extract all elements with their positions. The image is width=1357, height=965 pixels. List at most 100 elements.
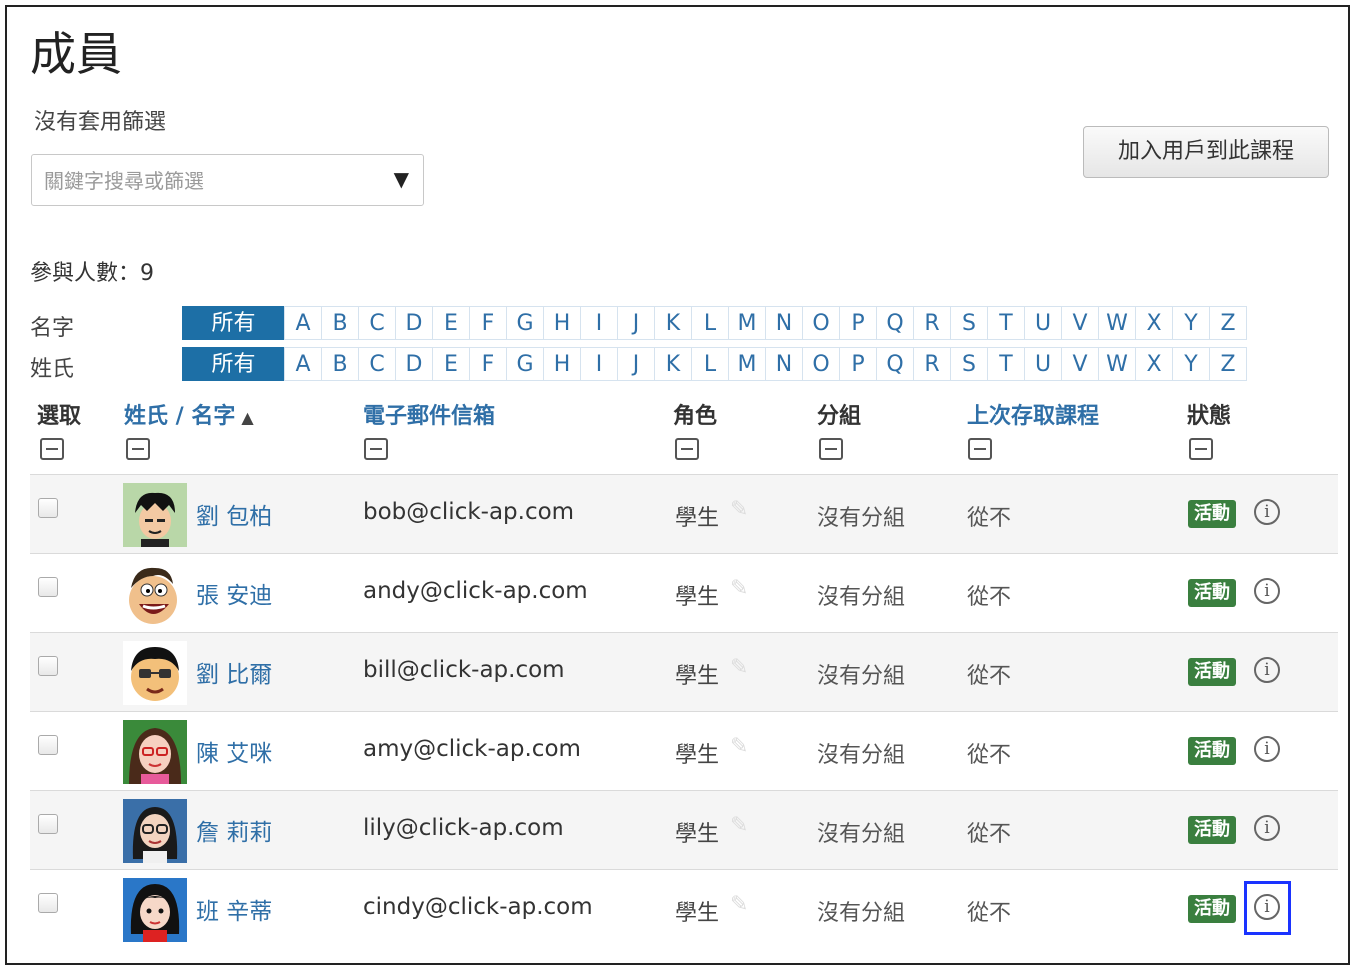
lastname-initial-e[interactable]: E [432,347,470,381]
lastname-initial-m[interactable]: M [728,347,766,381]
lastname-initial-u[interactable]: U [1024,347,1062,381]
lastname-initial-r[interactable]: R [913,347,951,381]
firstname-initial-p[interactable]: P [839,306,877,340]
lastname-initial-s[interactable]: S [950,347,988,381]
firstname-initial-z[interactable]: Z [1209,306,1247,340]
dropdown-arrow-icon[interactable]: ▼ [394,167,409,191]
lastname-initial-x[interactable]: X [1135,347,1173,381]
lastname-initial-y[interactable]: Y [1172,347,1210,381]
avatar-andy[interactable] [123,562,187,626]
collapse-column-icon[interactable] [819,438,843,460]
pencil-icon[interactable]: ✎ [730,576,748,601]
pencil-icon[interactable]: ✎ [730,734,748,759]
user-name-link[interactable]: 劉 包柏 [196,497,272,531]
firstname-initial-r[interactable]: R [913,306,951,340]
lastname-initial-f[interactable]: F [469,347,507,381]
lastname-initial-j[interactable]: J [617,347,655,381]
header-name[interactable]: 姓氏 / 名字 ▲ [124,398,254,430]
info-icon[interactable]: i [1254,815,1280,841]
collapse-column-icon[interactable] [126,438,150,460]
header-last-access[interactable]: 上次存取課程 [967,398,1099,430]
select-checkbox[interactable] [38,735,58,755]
filter-select[interactable]: ▼ [31,154,424,206]
info-icon[interactable]: i [1254,657,1280,683]
user-group: 沒有分組 [817,585,906,610]
firstname-initial-t[interactable]: T [987,306,1025,340]
lastname-initial-d[interactable]: D [395,347,433,381]
lastname-initial-v[interactable]: V [1061,347,1099,381]
info-icon[interactable]: i [1254,499,1280,525]
firstname-initial-all[interactable]: 所有 [182,306,285,340]
pencil-icon[interactable]: ✎ [730,655,748,680]
firstname-initial-o[interactable]: O [802,306,840,340]
lastname-initial-c[interactable]: C [358,347,396,381]
user-group: 沒有分組 [817,506,906,531]
header-email[interactable]: 電子郵件信箱 [363,398,495,430]
avatar-bob[interactable] [123,483,187,547]
user-name-link[interactable]: 陳 艾咪 [196,734,272,768]
pencil-icon[interactable]: ✎ [730,813,748,838]
firstname-initial-x[interactable]: X [1135,306,1173,340]
firstname-initial-h[interactable]: H [543,306,581,340]
lastname-initial-k[interactable]: K [654,347,692,381]
select-checkbox[interactable] [38,498,58,518]
firstname-initial-m[interactable]: M [728,306,766,340]
lastname-initial-o[interactable]: O [802,347,840,381]
firstname-initial-d[interactable]: D [395,306,433,340]
firstname-initial-f[interactable]: F [469,306,507,340]
lastname-initial-i[interactable]: I [580,347,618,381]
firstname-initial-u[interactable]: U [1024,306,1062,340]
collapse-column-icon[interactable] [40,438,64,460]
avatar-amy[interactable] [123,720,187,784]
firstname-initial-a[interactable]: A [284,306,322,340]
firstname-initial-y[interactable]: Y [1172,306,1210,340]
collapse-column-icon[interactable] [1189,438,1213,460]
select-checkbox[interactable] [38,656,58,676]
header-name-label[interactable]: 姓氏 / 名字 [124,404,235,429]
enrol-users-button[interactable]: 加入用戶到此課程 [1083,126,1329,178]
lastname-initial-w[interactable]: W [1098,347,1136,381]
firstname-initial-k[interactable]: K [654,306,692,340]
firstname-initial-e[interactable]: E [432,306,470,340]
lastname-initial-h[interactable]: H [543,347,581,381]
lastname-initial-t[interactable]: T [987,347,1025,381]
firstname-initial-s[interactable]: S [950,306,988,340]
firstname-initial-i[interactable]: I [580,306,618,340]
firstname-initial-w[interactable]: W [1098,306,1136,340]
info-icon[interactable]: i [1254,578,1280,604]
lastname-initial-a[interactable]: A [284,347,322,381]
lastname-initial-all[interactable]: 所有 [182,347,285,381]
firstname-initial-c[interactable]: C [358,306,396,340]
firstname-initial-v[interactable]: V [1061,306,1099,340]
pencil-icon[interactable]: ✎ [730,892,748,917]
lastname-initial-p[interactable]: P [839,347,877,381]
lastname-initial-n[interactable]: N [765,347,803,381]
select-checkbox[interactable] [38,577,58,597]
firstname-initial-g[interactable]: G [506,306,544,340]
avatar-lily[interactable] [123,799,187,863]
lastname-initial-z[interactable]: Z [1209,347,1247,381]
firstname-initial-l[interactable]: L [691,306,729,340]
collapse-column-icon[interactable] [968,438,992,460]
collapse-column-icon[interactable] [675,438,699,460]
lastname-initial-b[interactable]: B [321,347,359,381]
firstname-initial-b[interactable]: B [321,306,359,340]
collapse-column-icon[interactable] [364,438,388,460]
user-name-link[interactable]: 劉 比爾 [196,655,272,689]
filter-input[interactable] [42,164,376,198]
lastname-initial-q[interactable]: Q [876,347,914,381]
select-checkbox[interactable] [38,893,58,913]
lastname-initial-g[interactable]: G [506,347,544,381]
lastname-initial-l[interactable]: L [691,347,729,381]
pencil-icon[interactable]: ✎ [730,497,748,522]
firstname-initial-n[interactable]: N [765,306,803,340]
user-name-link[interactable]: 張 安迪 [196,576,272,610]
avatar-cindy[interactable] [123,878,187,942]
select-checkbox[interactable] [38,814,58,834]
info-icon[interactable]: i [1254,736,1280,762]
firstname-initial-j[interactable]: J [617,306,655,340]
user-name-link[interactable]: 班 辛蒂 [196,892,272,926]
firstname-initial-q[interactable]: Q [876,306,914,340]
user-name-link[interactable]: 詹 莉莉 [196,813,272,847]
avatar-bill[interactable] [123,641,187,705]
